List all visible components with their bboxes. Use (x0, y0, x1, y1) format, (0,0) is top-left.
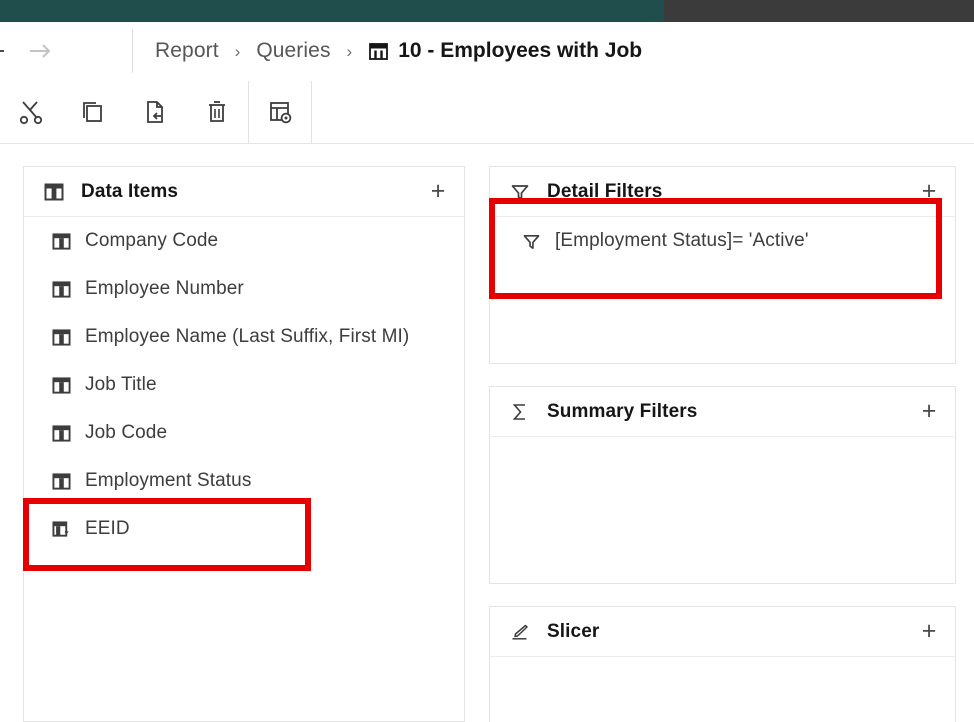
slicer-panel-title: Slicer (547, 620, 600, 642)
table-properties-icon (270, 101, 292, 123)
data-item-icon (51, 376, 72, 395)
filters-column: Detail Filters + [Employment Status]= 'A… (489, 166, 956, 722)
work-area: Data Items + Company Code Employee Numbe… (0, 144, 974, 722)
data-item-icon (51, 424, 72, 443)
arrow-left-icon (0, 50, 4, 52)
breadcrumb: Report › Queries › 10 - Employees with J… (133, 22, 642, 80)
top-bar-brand-strip (0, 0, 664, 22)
toolbar-separator (311, 80, 312, 143)
data-items-list: Company Code Employee Number Employee Na… (24, 217, 464, 553)
copy-icon (83, 101, 102, 122)
breadcrumb-current-label: 10 - Employees with Job (398, 39, 643, 62)
scissors-icon (19, 100, 43, 124)
add-summary-filter-button[interactable]: + (916, 399, 942, 425)
data-item-label: Employee Number (85, 278, 244, 299)
data-item-employee-number[interactable]: Employee Number (24, 265, 464, 313)
data-item-icon (43, 182, 65, 202)
paste-button[interactable] (124, 80, 186, 143)
top-bar-dark-strip (664, 0, 974, 22)
data-items-panel: Data Items + Company Code Employee Numbe… (23, 166, 465, 722)
delete-button[interactable] (186, 80, 248, 143)
data-item-label: Job Title (85, 374, 157, 395)
data-item-label: EEID (85, 518, 130, 539)
breadcrumb-item-current: 10 - Employees with Job (368, 39, 642, 63)
data-item-eeid[interactable]: EEID (24, 505, 464, 553)
back-button[interactable] (0, 29, 18, 73)
detail-filters-list: [Employment Status]= 'Active' (490, 217, 955, 265)
funnel-icon (521, 232, 541, 251)
application-top-bar (0, 0, 974, 22)
data-item-label: Employment Status (85, 470, 252, 491)
slicer-panel: Slicer + (489, 606, 956, 722)
data-item-employee-name[interactable]: Employee Name (Last Suffix, First MI) (24, 313, 464, 361)
cut-button[interactable] (0, 80, 62, 143)
data-items-panel-title: Data Items (81, 180, 179, 202)
breadcrumb-item-queries[interactable]: Queries (256, 39, 330, 63)
data-items-panel-header: Data Items + (24, 167, 464, 217)
arrow-right-icon (30, 44, 51, 58)
data-item-employment-status[interactable]: Employment Status (24, 457, 464, 505)
paste-icon (147, 100, 163, 123)
properties-button[interactable] (249, 80, 311, 143)
funnel-icon (509, 182, 531, 202)
data-item-job-title[interactable]: Job Title (24, 361, 464, 409)
data-item-job-code[interactable]: Job Code (24, 409, 464, 457)
copy-button[interactable] (62, 80, 124, 143)
detail-filters-panel: Detail Filters + [Employment Status]= 'A… (489, 166, 956, 364)
summary-filters-panel-header: Summary Filters + (490, 387, 955, 437)
add-slicer-button[interactable]: + (916, 619, 942, 645)
data-item-icon (51, 328, 72, 347)
data-item-label: Company Code (85, 230, 219, 251)
summary-filters-panel: Summary Filters + (489, 386, 956, 584)
navigation-arrows (0, 22, 132, 80)
detail-filter-label: [Employment Status]= 'Active' (555, 230, 809, 251)
forward-button[interactable] (18, 29, 62, 73)
detail-filter-row[interactable]: [Employment Status]= 'Active' (490, 217, 955, 265)
data-item-label: Job Code (85, 422, 168, 443)
summary-filters-panel-title: Summary Filters (547, 400, 698, 422)
breadcrumb-item-report[interactable]: Report (155, 39, 219, 63)
breadcrumb-separator: › (234, 41, 241, 61)
query-icon (369, 42, 389, 60)
trash-icon (209, 100, 225, 122)
editing-toolbar (0, 80, 974, 144)
breadcrumb-bar: Report › Queries › 10 - Employees with J… (0, 22, 974, 80)
breadcrumb-separator: › (346, 41, 353, 61)
data-item-icon (51, 232, 72, 251)
slicer-icon (509, 622, 531, 642)
cognos-query-explorer: Report › Queries › 10 - Employees with J… (0, 0, 974, 722)
detail-filters-panel-header: Detail Filters + (490, 167, 955, 217)
calculated-data-item-icon (51, 520, 72, 539)
data-item-label: Employee Name (Last Suffix, First MI) (85, 326, 410, 347)
add-data-item-button[interactable]: + (425, 179, 451, 205)
slicer-panel-header: Slicer + (490, 607, 955, 657)
detail-filters-panel-title: Detail Filters (547, 180, 663, 202)
data-item-icon (51, 472, 72, 491)
sigma-icon (509, 402, 531, 422)
add-detail-filter-button[interactable]: + (916, 179, 942, 205)
data-item-company-code[interactable]: Company Code (24, 217, 464, 265)
data-item-icon (51, 280, 72, 299)
